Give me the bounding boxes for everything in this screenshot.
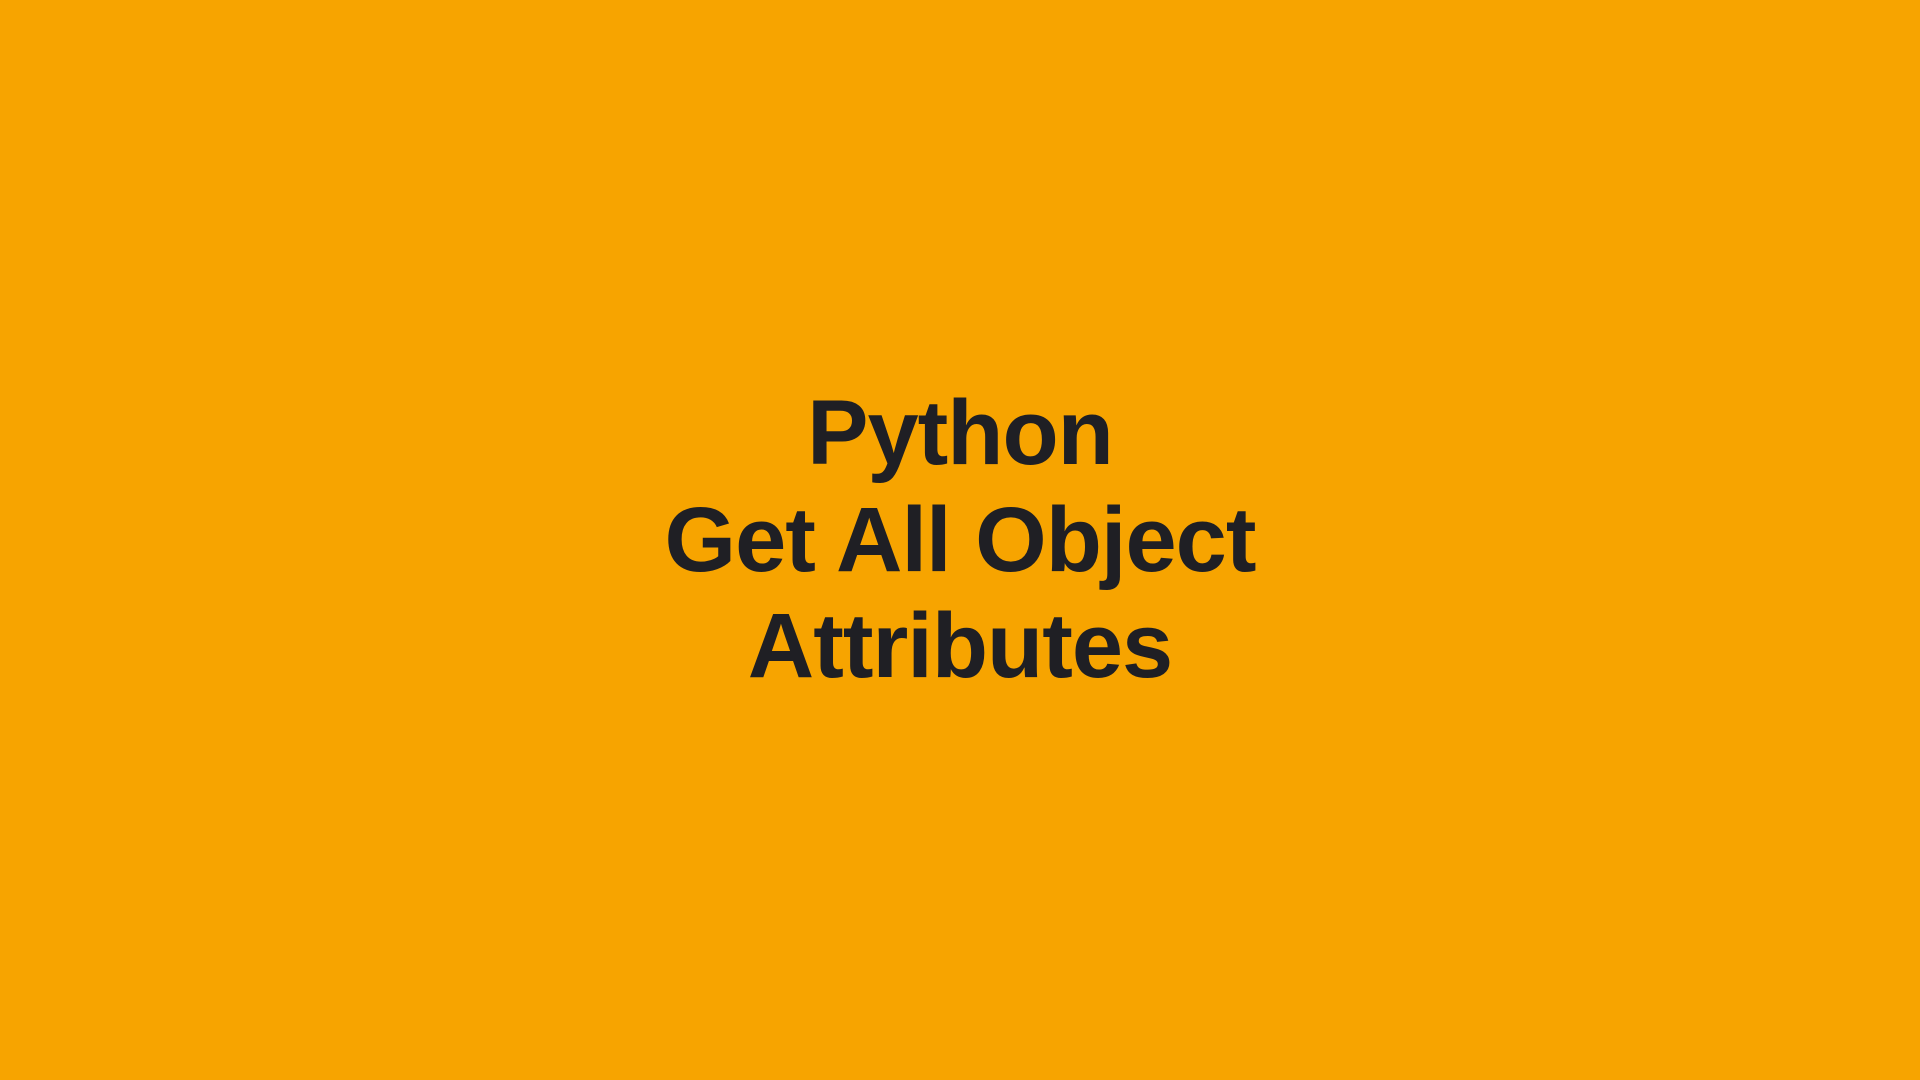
title-line-1: Python	[665, 380, 1256, 487]
title-line-2: Get All Object	[665, 487, 1256, 594]
title-line-3: Attributes	[665, 593, 1256, 700]
title-container: Python Get All Object Attributes	[665, 380, 1256, 700]
